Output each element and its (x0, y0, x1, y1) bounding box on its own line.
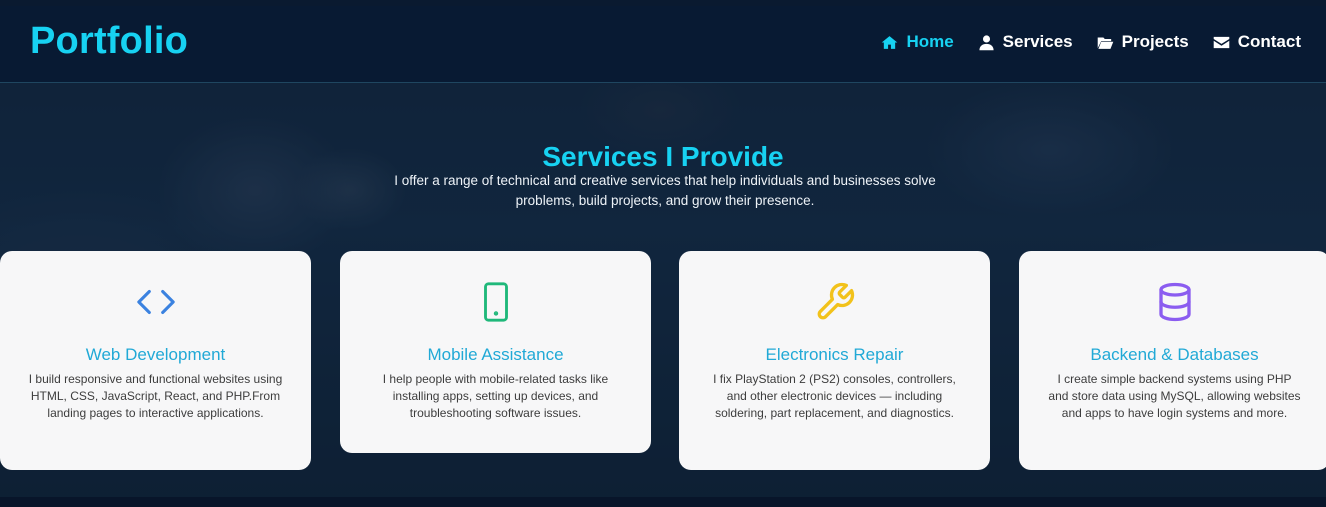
service-card-description: I build responsive and functional websit… (28, 372, 283, 420)
navbar: Portfolio Home Services Projects Contact (0, 6, 1326, 83)
nav-item-contact[interactable]: Contact (1213, 32, 1301, 52)
home-icon (881, 34, 898, 51)
section-title: Services I Provide (542, 141, 784, 173)
service-card-electronics-repair[interactable]: Electronics Repair I fix PlayStation 2 (… (679, 251, 990, 470)
wrench-icon (707, 281, 962, 321)
service-card-description: I help people with mobile-related tasks … (382, 372, 609, 420)
mobile-icon (368, 281, 623, 322)
nav-item-services[interactable]: Services (978, 32, 1073, 52)
service-card-title: Web Development (85, 345, 226, 364)
folder-open-icon (1097, 34, 1114, 51)
service-card-backend-databases[interactable]: Backend & Databases I create simple back… (1019, 251, 1326, 470)
service-card-title: Backend & Databases (1090, 345, 1259, 364)
nav-item-label: Contact (1237, 32, 1301, 51)
service-card-title: Mobile Assistance (427, 345, 564, 364)
service-card-title: Electronics Repair (765, 345, 904, 364)
service-card-mobile-assistance[interactable]: Mobile Assistance I help people with mob… (340, 251, 651, 453)
nav-item-label: Projects (1121, 32, 1189, 51)
nav-menu: Home Services Projects Contact (881, 32, 1301, 52)
nav-item-home[interactable]: Home (881, 32, 954, 52)
code-icon (28, 281, 283, 321)
section-subtitle: I offer a range of technical and creativ… (394, 173, 936, 208)
user-icon (978, 34, 995, 51)
service-card-description: I fix PlayStation 2 (PS2) consoles, cont… (713, 372, 956, 420)
nav-item-projects[interactable]: Projects (1097, 32, 1189, 52)
database-icon (1047, 281, 1302, 322)
brand-logo[interactable]: Portfolio (30, 20, 188, 63)
service-card-web-development[interactable]: Web Development I build responsive and f… (0, 251, 311, 470)
service-card-description: I create simple backend systems using PH… (1048, 372, 1301, 420)
envelope-icon (1213, 34, 1230, 51)
nav-item-label: Home (906, 32, 954, 51)
nav-item-label: Services (1002, 32, 1073, 51)
bottom-bar (0, 497, 1326, 507)
